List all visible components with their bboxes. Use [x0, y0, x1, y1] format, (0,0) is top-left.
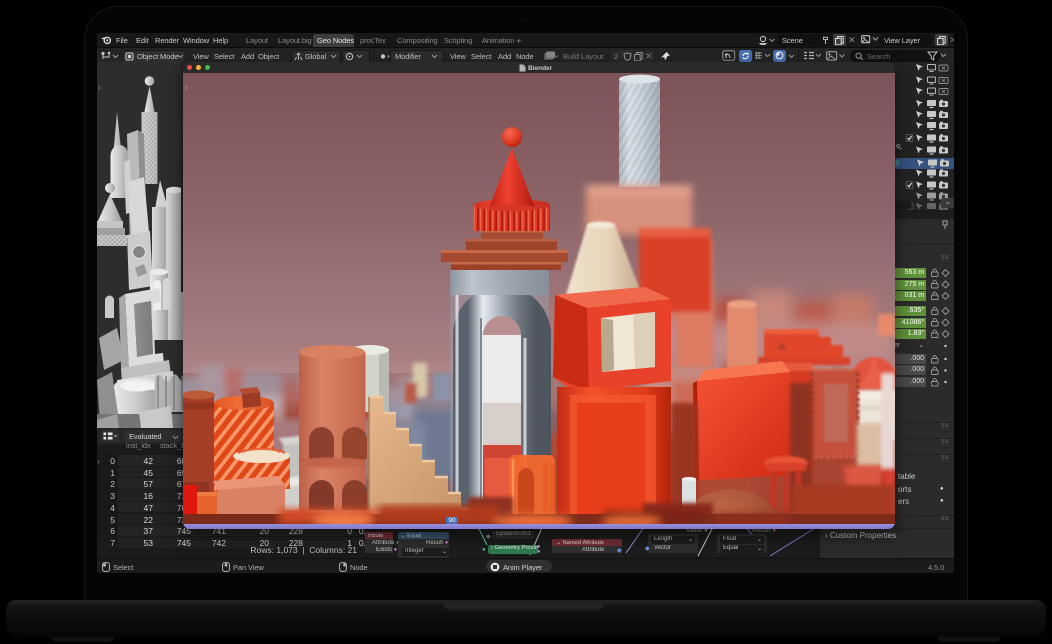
svg-text:⠿: ⠿ — [895, 160, 900, 168]
